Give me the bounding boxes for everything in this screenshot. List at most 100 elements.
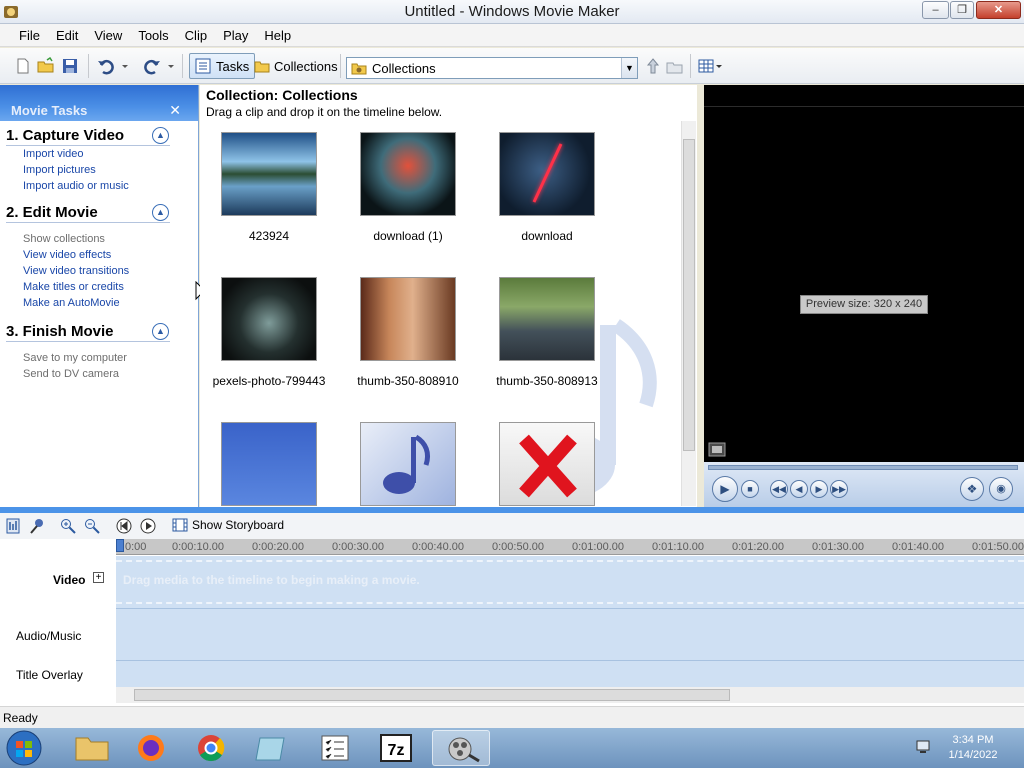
show-storyboard-button[interactable]: Show Storyboard xyxy=(172,518,284,532)
menu-play[interactable]: Play xyxy=(215,28,256,43)
preview-size-tooltip: Preview size: 320 x 240 xyxy=(800,295,928,314)
clip-thumbnail[interactable] xyxy=(499,277,595,361)
scrollbar-thumb[interactable] xyxy=(683,139,695,451)
taskbar-explorer[interactable] xyxy=(66,730,118,766)
clip-thumbnail[interactable] xyxy=(221,132,317,216)
save-project-icon[interactable] xyxy=(61,57,79,75)
taskbar-firefox[interactable] xyxy=(125,730,177,766)
close-tasks-icon[interactable]: ✕ xyxy=(169,102,181,119)
close-button[interactable]: ✕ xyxy=(976,1,1021,19)
title-overlay-track[interactable] xyxy=(116,660,1024,687)
undo-icon[interactable] xyxy=(97,57,115,75)
minimize-button[interactable]: – xyxy=(922,1,949,19)
clip-thumbnail[interactable] xyxy=(499,132,595,216)
audio-music-track[interactable] xyxy=(116,608,1024,660)
edit-movie-section: 2. Edit Movie ▲ Show collections View vi… xyxy=(6,203,170,311)
restore-button[interactable]: ❐ xyxy=(950,1,974,19)
undo-dropdown-icon[interactable] xyxy=(120,57,130,75)
network-tray-icon[interactable] xyxy=(914,738,932,756)
clip-thumbnail[interactable] xyxy=(499,422,595,506)
expand-video-track-icon[interactable]: + xyxy=(93,572,104,583)
view-video-effects-link[interactable]: View video effects xyxy=(23,247,170,263)
menu-bar: File Edit View Tools Clip Play Help xyxy=(0,24,1024,47)
collapse-chevron-icon[interactable]: ▲ xyxy=(152,127,169,144)
dropdown-arrow-icon[interactable]: ▼ xyxy=(621,58,637,78)
narrate-timeline-icon[interactable] xyxy=(29,518,45,534)
taskbar-checklist[interactable] xyxy=(309,730,361,766)
ruler-tick: 0:00:10.00 xyxy=(172,541,224,553)
menu-file[interactable]: File xyxy=(11,28,48,43)
rewind-button[interactable]: ◀ xyxy=(790,480,808,498)
views-icon[interactable] xyxy=(698,57,724,75)
firefox-icon xyxy=(138,735,164,761)
up-one-level-icon[interactable] xyxy=(644,57,662,75)
xp-desktop-thumbnail-image xyxy=(221,422,317,506)
make-automovie-link[interactable]: Make an AutoMovie xyxy=(23,295,170,311)
view-video-transitions-link[interactable]: View video transitions xyxy=(23,263,170,279)
system-clock[interactable]: 3:34 PM 1/14/2022 xyxy=(942,733,1004,763)
rewind-timeline-icon[interactable] xyxy=(116,518,132,534)
scrollbar-thumb[interactable] xyxy=(134,689,730,701)
taskbar-7zip[interactable]: 7z xyxy=(370,730,422,766)
collapse-chevron-icon[interactable]: ▲ xyxy=(152,204,169,221)
show-collections-link[interactable]: Show collections xyxy=(23,231,170,247)
checklist-icon xyxy=(321,735,349,761)
timeline-toolbar xyxy=(0,513,1024,539)
capture-video-header[interactable]: 1. Capture Video ▲ xyxy=(6,126,170,146)
make-titles-link[interactable]: Make titles or credits xyxy=(23,279,170,295)
playhead-indicator[interactable] xyxy=(116,539,124,552)
menu-help[interactable]: Help xyxy=(256,28,299,43)
clip-thumbnail[interactable] xyxy=(221,277,317,361)
finish-movie-section: 3. Finish Movie ▲ Save to my computer Se… xyxy=(6,322,170,382)
redo-icon[interactable] xyxy=(143,57,161,75)
import-pictures-link[interactable]: Import pictures xyxy=(23,162,170,178)
menu-edit[interactable]: Edit xyxy=(48,28,86,43)
chrome-icon xyxy=(198,735,225,762)
import-video-link[interactable]: Import video xyxy=(23,146,170,162)
zoom-out-icon[interactable] xyxy=(84,518,100,534)
detach-monitor-icon[interactable] xyxy=(708,442,726,457)
open-project-icon[interactable] xyxy=(37,57,55,75)
clip-thumbnail[interactable] xyxy=(360,132,456,216)
notes-app-icon xyxy=(255,737,285,761)
new-collection-folder-icon[interactable] xyxy=(666,57,684,75)
import-audio-link[interactable]: Import audio or music xyxy=(23,178,170,194)
clip-thumbnail[interactable] xyxy=(360,277,456,361)
new-project-icon[interactable] xyxy=(14,57,32,75)
redo-dropdown-icon[interactable] xyxy=(166,57,176,75)
menu-clip[interactable]: Clip xyxy=(177,28,215,43)
send-to-dv-camera-link[interactable]: Send to DV camera xyxy=(23,366,170,382)
play-timeline-icon[interactable] xyxy=(140,518,156,534)
ruler-tick: 0:01:10.00 xyxy=(652,541,704,553)
menu-tools[interactable]: Tools xyxy=(130,28,176,43)
split-clip-button[interactable]: ❖ xyxy=(960,477,984,501)
taskbar-movie-maker[interactable] xyxy=(432,730,490,766)
taskbar-chrome[interactable] xyxy=(185,730,237,766)
save-to-computer-link[interactable]: Save to my computer xyxy=(23,350,170,366)
saber-thumbnail-image xyxy=(499,132,595,216)
timeline-ruler[interactable]: 0:00 0:00:10.00 0:00:20.00 0:00:30.00 0:… xyxy=(116,539,1024,555)
next-frame-button[interactable]: ▶▶ xyxy=(830,480,848,498)
finish-movie-header[interactable]: 3. Finish Movie ▲ xyxy=(6,322,170,342)
seek-bar[interactable] xyxy=(708,465,1018,470)
windows-start-icon[interactable] xyxy=(4,729,44,767)
clip-thumbnail[interactable] xyxy=(221,422,317,506)
stop-button[interactable]: ■ xyxy=(741,480,759,498)
timeline-horizontal-scrollbar[interactable] xyxy=(116,687,1024,703)
clip-thumbnail[interactable] xyxy=(360,422,456,506)
edit-movie-header[interactable]: 2. Edit Movie ▲ xyxy=(6,203,170,223)
take-picture-button[interactable]: ◉ xyxy=(989,477,1013,501)
taskbar-notes[interactable] xyxy=(246,730,298,766)
fast-forward-button[interactable]: ▶ xyxy=(810,480,828,498)
tasks-button[interactable]: Tasks xyxy=(189,53,256,79)
set-audio-levels-icon[interactable] xyxy=(5,518,21,534)
previous-frame-button[interactable]: ◀◀ xyxy=(770,480,788,498)
play-button[interactable]: ▶ xyxy=(712,476,738,502)
collection-vertical-scrollbar[interactable] xyxy=(681,121,696,506)
menu-view[interactable]: View xyxy=(86,28,130,43)
collections-dropdown[interactable]: Collections ▼ xyxy=(346,57,638,79)
collections-button[interactable]: Collections xyxy=(249,53,343,79)
zoom-in-icon[interactable] xyxy=(60,518,76,534)
collapse-chevron-icon[interactable]: ▲ xyxy=(152,323,169,340)
phone-thumbnail-image xyxy=(221,277,317,361)
